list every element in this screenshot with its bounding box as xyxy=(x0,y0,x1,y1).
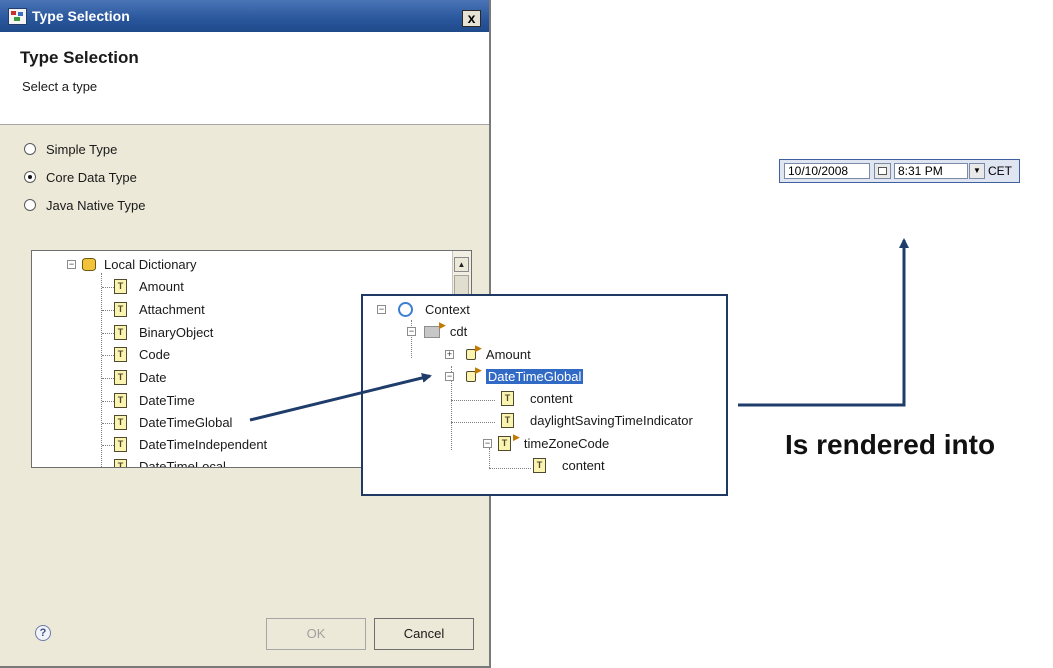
calendar-icon[interactable] xyxy=(874,163,891,179)
date-input[interactable]: 10/10/2008 xyxy=(784,163,870,179)
time-input[interactable]: 8:31 PM xyxy=(894,163,968,179)
datetime-widget: 10/10/2008 8:31 PM ▼ CET xyxy=(779,159,1020,183)
arrow-to-widget xyxy=(738,238,909,407)
timezone-label: CET xyxy=(988,164,1012,178)
arrow-to-context xyxy=(249,373,432,422)
caption-text: Is rendered into xyxy=(785,429,996,460)
chevron-down-icon[interactable]: ▼ xyxy=(969,163,985,179)
connector-arrows xyxy=(249,238,909,422)
